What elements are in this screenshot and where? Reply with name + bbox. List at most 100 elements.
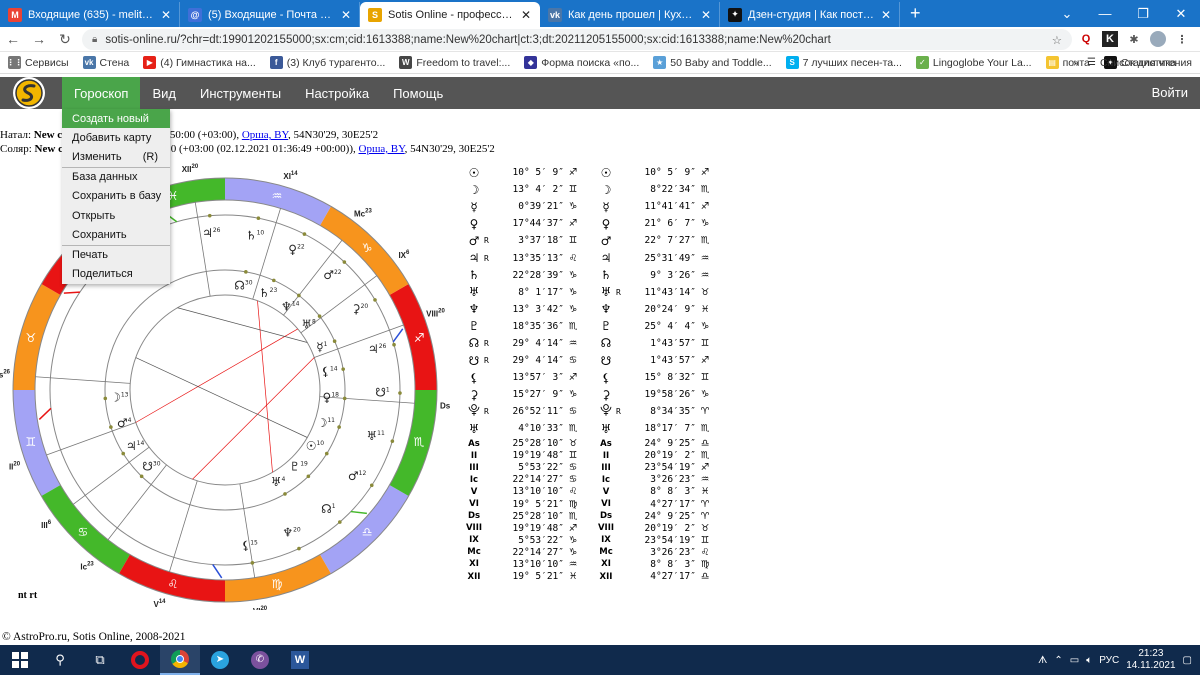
close-tab-icon[interactable]: ✕ [341, 8, 351, 22]
solar-sign: ♊ [700, 534, 710, 546]
solar-sign: ♒ [700, 474, 710, 486]
menu-item[interactable]: Сохранить [62, 225, 170, 244]
back-icon[interactable]: ← [0, 31, 26, 47]
point-symbol: ♅ [600, 285, 612, 300]
url-input[interactable]: 🔒︎ sotis-online.ru/?chr=dt:1990120215500… [82, 29, 1072, 50]
reload-icon[interactable]: ↻ [52, 31, 78, 48]
bookmark-item[interactable]: vk Стена [82, 56, 129, 69]
solar-place-link[interactable]: Орша, BY [359, 143, 405, 155]
nav-item[interactable]: Настройка [293, 77, 381, 109]
browser-tab[interactable]: vk Как день прошел | Кухонька ✕ [540, 2, 720, 27]
bookmark-label: (3) Клуб турагенто... [286, 56, 386, 69]
viber-icon[interactable]: ✆ [240, 645, 280, 675]
browser-tab[interactable]: M Входящие (635) - melitaorsha@g ✕ [0, 2, 180, 27]
language-indicator[interactable]: РУС [1099, 655, 1119, 666]
task-view-icon[interactable]: ⧉ [80, 645, 120, 675]
position-row: ⚳ 15°27′ 9″ ♑ ⚳ 19°58′26″ ♑ [464, 386, 714, 403]
sotis-logo[interactable] [12, 76, 46, 110]
solar-planet-marker [392, 342, 396, 347]
new-tab-button[interactable]: + [900, 3, 931, 27]
menu-item-label: Добавить карту [72, 132, 152, 145]
bookmark-item[interactable]: W Freedom to travel:... [399, 56, 510, 69]
menu-kebab-icon[interactable]: ⋮ [1174, 31, 1190, 47]
solar-position: 23°54′19″ [644, 462, 696, 474]
menu-item[interactable]: Добавить карту [62, 128, 170, 147]
opera-icon[interactable] [120, 645, 160, 675]
natal-place-link[interactable]: Орша, BY [242, 129, 288, 141]
extension-k-icon[interactable]: K [1102, 31, 1118, 47]
house-label: VI20 [253, 606, 268, 610]
forward-icon[interactable]: → [26, 31, 52, 47]
menu-item[interactable]: Сохранить в базу [62, 187, 170, 206]
chrome-icon[interactable] [160, 645, 200, 675]
telegram-icon[interactable]: ➤ [200, 645, 240, 675]
close-tab-icon[interactable]: ✕ [521, 8, 531, 22]
volume-icon[interactable]: 🔈︎ [1086, 655, 1092, 666]
nav-item[interactable]: Помощь [381, 77, 455, 109]
tab-search-icon[interactable]: ⌄ [1048, 6, 1086, 22]
extension-q-icon[interactable]: Q [1078, 31, 1094, 47]
bookmark-item[interactable]: ★ 50 Baby and Toddle... [653, 56, 772, 69]
reading-list-label: Список для чтения [1099, 56, 1192, 69]
bookmark-item[interactable]: f (3) Клуб турагенто... [269, 56, 386, 69]
bookmark-star-icon[interactable]: ☆ [1052, 33, 1062, 47]
reading-list-button[interactable]: ☰ Список для чтения [1087, 57, 1192, 69]
menu-item[interactable]: Поделиться [62, 264, 170, 283]
profile-avatar-icon[interactable] [1150, 31, 1166, 47]
lock-icon: 🔒︎ [92, 34, 98, 45]
windows-start-icon[interactable] [0, 645, 40, 675]
chart-caption: nt rt [18, 590, 38, 601]
menu-item[interactable]: Создать новый [62, 109, 170, 129]
solar-position: 25°31′49″ [644, 252, 696, 264]
bookmark-icon: ◆ [524, 56, 538, 69]
browser-tab[interactable]: @ (5) Входящие - Почта Mail.ru ✕ [180, 2, 360, 27]
tray-chevron-icon[interactable]: ⌃ [1054, 655, 1062, 666]
menu-item[interactable]: Печать [62, 244, 170, 264]
clock[interactable]: 21:23 14.11.2021 [1126, 648, 1175, 672]
menu-item[interactable]: База данных [62, 167, 170, 186]
menu-item[interactable]: Изменить (R) [62, 148, 170, 167]
bookmark-item[interactable]: S7 лучших песен-та... [785, 56, 902, 69]
nav-item[interactable]: Вид [140, 77, 188, 109]
close-tab-icon[interactable]: ✕ [701, 8, 711, 22]
position-row: ♆ 13° 3′42″ ♑ ♆ 20°24′ 9″ ♓ [464, 301, 714, 318]
natal-position: 25°28′10″ [512, 438, 564, 450]
nav-item[interactable]: Гороскоп [62, 77, 141, 109]
close-tab-icon[interactable]: ✕ [881, 8, 891, 22]
natal-planet-marker [341, 367, 345, 371]
browser-tab[interactable]: S Sotis Online - профессиональн ✕ [360, 2, 540, 27]
point-symbol: ☿ [602, 199, 610, 214]
login-link[interactable]: Войти [1152, 85, 1188, 100]
bookmark-label: Freedom to travel:... [416, 56, 511, 69]
browser-tab[interactable]: ✦ Дзен-студия | Как построить св ✕ [720, 2, 900, 27]
house-label: III6 [41, 520, 52, 530]
close-tab-icon[interactable]: ✕ [161, 8, 171, 22]
notifications-icon[interactable]: ▢ [1183, 655, 1192, 666]
position-row: ♂ R 3°37′18″ ♊ ♂ 22° 7′27″ ♏ [464, 232, 714, 249]
puzzle-icon[interactable]: ✱ [1126, 31, 1142, 47]
solar-name: New c [34, 143, 63, 155]
menu-item[interactable]: Открыть [62, 206, 170, 225]
bookmark-label: Сервисы [25, 56, 69, 69]
search-icon[interactable]: ⚲ [40, 645, 80, 675]
people-icon[interactable]: ᗑ [1038, 655, 1047, 666]
nav-item[interactable]: Инструменты [188, 77, 293, 109]
solar-coords: , 54N30'29, 30E25'2 [404, 143, 495, 155]
bookmark-item[interactable]: ⋮⋮ Сервисы [7, 56, 69, 69]
retro-flag: R [616, 407, 621, 417]
bookmark-item[interactable]: ▶ (4) Гимнастика на... [143, 56, 256, 69]
bookmarks-more-icon[interactable]: » [1073, 57, 1079, 69]
restore-icon[interactable]: ❐ [1124, 6, 1162, 22]
word-icon[interactable]: W [280, 645, 320, 675]
network-icon[interactable]: ▭ [1070, 655, 1079, 666]
bookmark-item[interactable]: ◆ Форма поиска «по... [524, 56, 639, 69]
point-symbol: VI [601, 499, 611, 510]
minimize-icon[interactable]: — [1086, 6, 1124, 21]
solar-sign: ♑ [700, 389, 710, 401]
bookmark-item[interactable]: ✓ Lingoglobe Your La... [915, 56, 1032, 69]
menu-item-label: Создать новый [72, 112, 149, 125]
natal-planet-marker [342, 396, 347, 401]
position-row: ♃ R 13°35′13″ ♌ ♃ 25°31′49″ ♒ [464, 249, 714, 266]
horoscope-dropdown-menu: Создать новый Добавить карту Изменить (R) Ба… [62, 109, 170, 284]
close-window-icon[interactable]: ✕ [1162, 6, 1200, 22]
